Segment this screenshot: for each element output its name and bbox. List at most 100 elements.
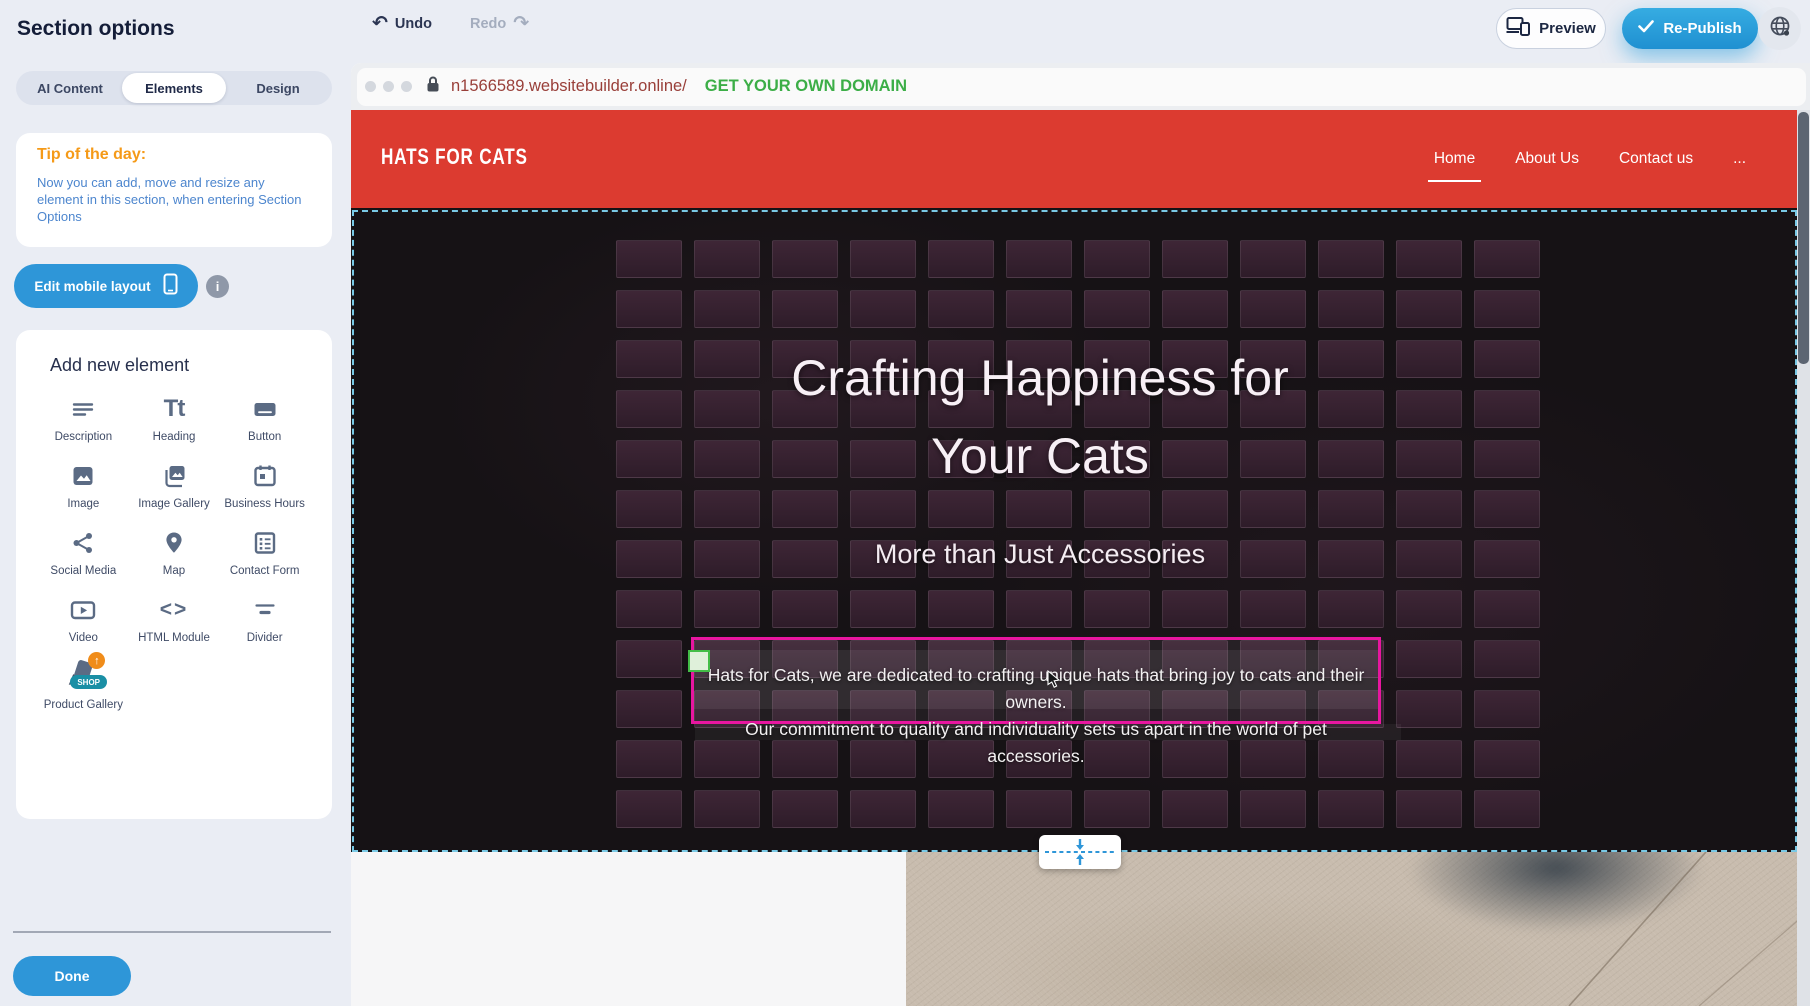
add-element-divider[interactable]: Divider (221, 593, 309, 645)
grid-tile (850, 790, 916, 828)
grid-tile (1474, 290, 1540, 328)
grid-tile (616, 240, 682, 278)
preview-button[interactable]: Preview (1496, 8, 1606, 49)
grid-tile (1006, 290, 1072, 328)
add-element-social-media[interactable]: Social Media (39, 526, 127, 578)
add-element-button[interactable]: Button (221, 392, 309, 444)
add-element-heading[interactable]: TtHeading (130, 392, 218, 444)
add-element-image-gallery[interactable]: Image Gallery (130, 459, 218, 511)
tip-body: Now you can add, move and resize any ele… (37, 174, 313, 225)
add-element-label: Heading (153, 431, 196, 444)
add-element-video[interactable]: Video (39, 593, 127, 645)
hero-section[interactable]: Crafting Happiness for Your Cats More th… (351, 208, 1810, 852)
page-scrollbar[interactable] (1797, 110, 1810, 1006)
grid-tile (1084, 490, 1150, 528)
grid-tile (1396, 240, 1462, 278)
redo-button[interactable]: Redo ↷ (470, 14, 529, 33)
grid-tile (1318, 790, 1384, 828)
tab-design[interactable]: Design (226, 73, 330, 103)
video-icon (68, 593, 98, 627)
contact-form-icon (251, 526, 279, 560)
grid-tile (1006, 490, 1072, 528)
grid-tile (1084, 240, 1150, 278)
product-gallery-icon: SHOP↑ (63, 660, 103, 694)
republish-label: Re-Publish (1663, 20, 1741, 37)
add-element-html-module[interactable]: <>HTML Module (130, 593, 218, 645)
hero-paragraph[interactable]: Hats for Cats, we are dedicated to craft… (700, 662, 1372, 770)
nav-more[interactable]: ... (1731, 144, 1748, 174)
site-logo[interactable]: HATS FOR CATS (381, 144, 528, 170)
grid-tile (1240, 590, 1306, 628)
add-element-title: Add new element (50, 355, 189, 376)
website-builder-app: Section options ↶ Undo Redo ↷ Preview Re… (0, 0, 1810, 1006)
add-element-label: Description (55, 431, 113, 444)
republish-button[interactable]: Re-Publish (1622, 8, 1758, 49)
nav-home[interactable]: Home (1432, 144, 1477, 174)
section-resize-handle[interactable] (1039, 835, 1121, 869)
upgrade-arrow-badge: ↑ (88, 652, 105, 669)
nav-about-us[interactable]: About Us (1513, 144, 1581, 174)
grid-tile (1474, 540, 1540, 578)
grid-tile (928, 290, 994, 328)
grid-tile (850, 490, 916, 528)
redo-icon: ↷ (513, 14, 529, 33)
undo-button[interactable]: ↶ Undo (372, 14, 432, 33)
lock-icon (425, 75, 441, 98)
tab-ai-content[interactable]: AI Content (18, 73, 122, 103)
add-element-label: Image (67, 498, 99, 511)
grid-tile (1474, 690, 1540, 728)
done-button[interactable]: Done (13, 956, 131, 996)
grid-tile (850, 290, 916, 328)
mouse-cursor-icon (1047, 670, 1061, 694)
grid-tile (1162, 290, 1228, 328)
tip-of-the-day-card: Tip of the day: Now you can add, move an… (16, 133, 332, 247)
section-options-tabs: AI ContentElementsDesign (16, 71, 332, 105)
grid-tile (772, 290, 838, 328)
business-hours-icon (251, 459, 279, 493)
browser-chrome-bar: n1566589.websitebuilder.online/ GET YOUR… (351, 63, 1810, 110)
grid-tile (1474, 240, 1540, 278)
next-section[interactable] (351, 852, 1810, 1006)
grid-tile (772, 590, 838, 628)
add-element-map[interactable]: Map (130, 526, 218, 578)
add-element-description[interactable]: Description (39, 392, 127, 444)
add-element-product-gallery[interactable]: SHOP↑Product Gallery (39, 660, 127, 712)
grid-tile (1474, 640, 1540, 678)
grid-tile (1084, 790, 1150, 828)
grid-tile (1396, 290, 1462, 328)
hero-subheading[interactable]: More than Just Accessories (690, 539, 1390, 570)
selected-paragraph-box[interactable]: Hats for Cats, we are dedicated to craft… (691, 637, 1381, 724)
grid-tile (1162, 490, 1228, 528)
grid-tile (694, 290, 760, 328)
tab-elements[interactable]: Elements (122, 73, 226, 103)
grid-tile (1396, 540, 1462, 578)
divider-icon (251, 593, 279, 627)
add-new-element-panel: Add new element Description TtHeadingButt… (16, 330, 332, 819)
map-pin-icon (160, 526, 188, 560)
grid-tile (694, 240, 760, 278)
scrollbar-thumb[interactable] (1798, 112, 1809, 364)
nav-contact-us[interactable]: Contact us (1617, 144, 1695, 174)
language-globe-button[interactable] (1758, 7, 1801, 50)
grid-tile (1318, 290, 1384, 328)
grid-tile (928, 490, 994, 528)
get-domain-link[interactable]: GET YOUR OWN DOMAIN (705, 77, 907, 96)
site-url[interactable]: n1566589.websitebuilder.online/ (451, 77, 687, 96)
info-icon[interactable]: i (206, 275, 229, 298)
add-element-business-hours[interactable]: Business Hours (221, 459, 309, 511)
edit-mobile-layout-button[interactable]: Edit mobile layout (14, 264, 198, 308)
grid-tile (616, 290, 682, 328)
add-element-contact-form[interactable]: Contact Form (221, 526, 309, 578)
add-element-label: Divider (247, 632, 283, 645)
hero-heading[interactable]: Crafting Happiness for Your Cats (590, 339, 1490, 495)
globe-icon (1768, 14, 1792, 43)
element-drag-handle[interactable] (688, 650, 710, 672)
grid-tile (1240, 790, 1306, 828)
add-element-image[interactable]: Image (39, 459, 127, 511)
undo-icon: ↶ (372, 14, 388, 33)
grid-tile (616, 640, 682, 678)
grid-tile (1396, 790, 1462, 828)
grid-tile (694, 490, 760, 528)
grid-tile (1162, 590, 1228, 628)
next-section-floor-image (906, 852, 1810, 1006)
